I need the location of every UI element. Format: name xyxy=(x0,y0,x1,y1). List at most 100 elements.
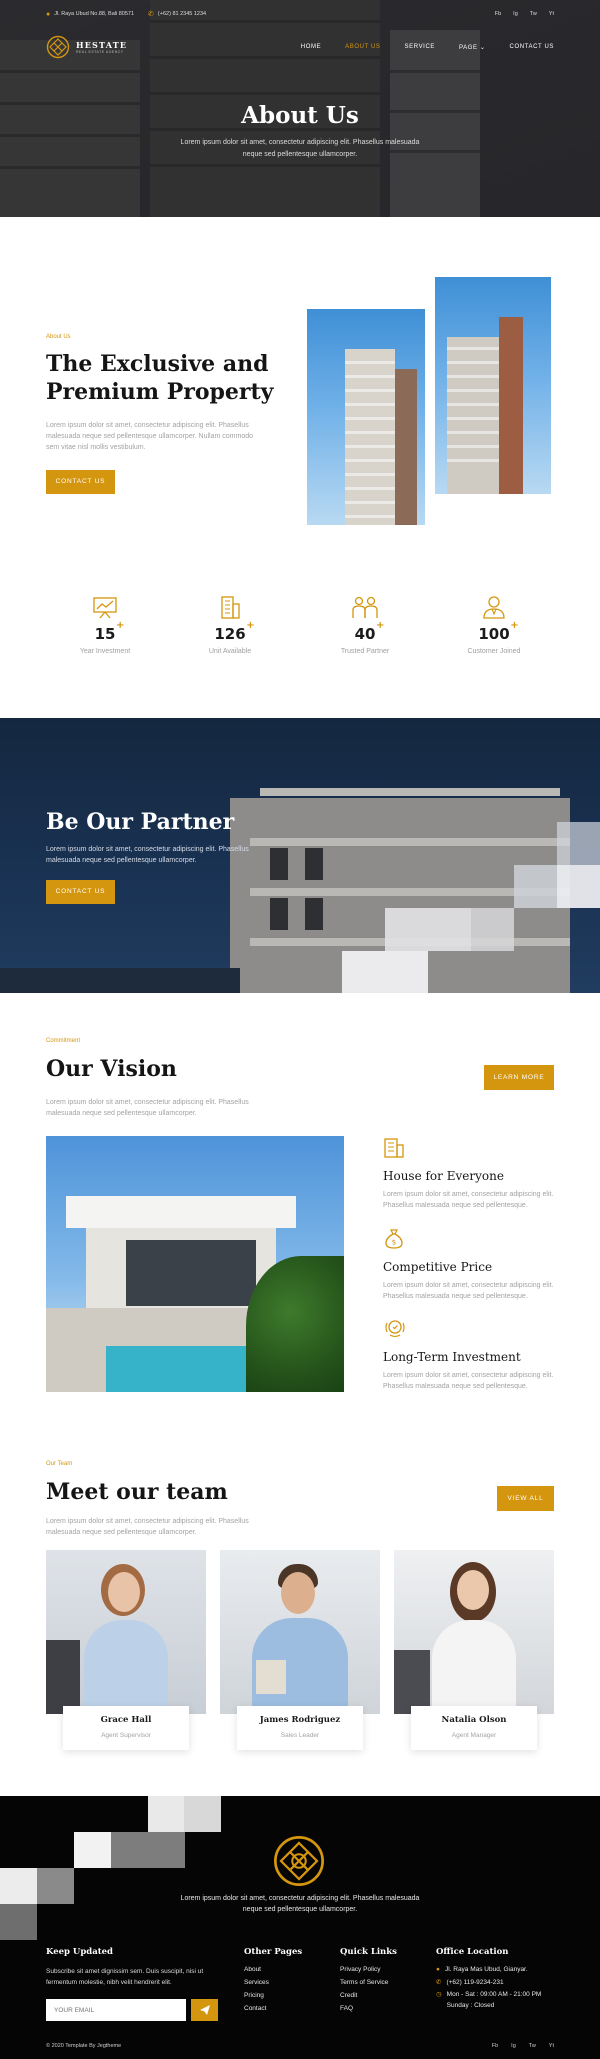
topbar-phone: (+62) 81 2345 1234 xyxy=(157,11,207,17)
phone-icon: ✆ xyxy=(436,1979,442,1986)
nav-links: HOME ABOUT US SERVICE PAGE ⌄ CONTACT US xyxy=(301,44,554,51)
decor-square xyxy=(557,822,600,865)
brand-tagline: REAL ESTATE AGENCY xyxy=(76,50,124,54)
member-face xyxy=(281,1572,315,1614)
team-member-card[interactable]: James Rodriguez Sales Leader xyxy=(220,1550,380,1750)
instagram-link[interactable]: Ig xyxy=(513,11,518,17)
partner-title: Be Our Partner xyxy=(46,809,235,835)
svg-text:$: $ xyxy=(392,1239,396,1247)
feature-title: House for Everyone xyxy=(383,1169,504,1183)
footer-link-faq[interactable]: FAQ xyxy=(340,2002,397,2015)
stat-trusted-partner: 40 + Trusted Partner xyxy=(310,595,420,655)
feature-competitive-price: $ Competitive Price Lorem ipsum dolor si… xyxy=(383,1227,555,1302)
nav-home[interactable]: HOME xyxy=(301,44,321,51)
member-photo xyxy=(220,1550,380,1714)
footer-keep-updated: Keep Updated xyxy=(46,1947,113,1957)
twitter-link[interactable]: Tw xyxy=(529,2043,536,2049)
page-title: About Us xyxy=(241,102,359,129)
feature-title: Competitive Price xyxy=(383,1260,493,1274)
main-navbar: HESTATE REAL ESTATE AGENCY HOME ABOUT US… xyxy=(46,32,554,62)
about-image-left xyxy=(307,309,425,525)
team-title: Meet our team xyxy=(46,1479,228,1505)
about-contact-button[interactable]: CONTACT US xyxy=(46,470,115,494)
instagram-link[interactable]: Ig xyxy=(511,2043,516,2049)
vision-title: Our Vision xyxy=(46,1056,177,1082)
chevron-down-icon: ⌄ xyxy=(479,44,486,51)
stat-label: Unit Available xyxy=(208,648,252,655)
newsletter-submit-button[interactable] xyxy=(191,1999,218,2021)
footer-logo-icon xyxy=(274,1836,324,1886)
topbar-socials: Fb Ig Tw Yt xyxy=(495,11,554,17)
stat-number: 40 xyxy=(354,625,376,643)
footer-link-about[interactable]: About xyxy=(244,1963,302,1976)
decor-square xyxy=(342,951,428,993)
office-phone: (+62) 119-9234-231 xyxy=(446,1979,504,1986)
phone-icon: ✆ xyxy=(148,11,154,18)
twitter-link[interactable]: Tw xyxy=(530,11,537,17)
member-name: Natalia Olson xyxy=(441,1715,507,1725)
footer-link-contact[interactable]: Contact xyxy=(244,2002,302,2015)
view-all-button[interactable]: VIEW ALL xyxy=(497,1486,554,1511)
location-pin-icon: ● xyxy=(46,10,51,18)
customer-icon xyxy=(483,596,505,619)
topbar-address: Jl. Raya Ubud No.88, Bali 80571 xyxy=(54,11,135,17)
nav-page[interactable]: PAGE ⌄ xyxy=(459,44,486,51)
stat-label: Year Investment xyxy=(79,648,131,655)
footer-link-terms[interactable]: Terms of Service xyxy=(340,1976,397,1989)
member-role: Agent Supervisor xyxy=(101,1732,151,1739)
award-icon xyxy=(385,1320,405,1338)
feature-text: Lorem ipsum dolor sit amet, consectetur … xyxy=(383,1191,554,1209)
member-info: Natalia Olson Agent Manager xyxy=(411,1706,537,1750)
team-member-card[interactable]: Natalia Olson Agent Manager xyxy=(394,1550,554,1750)
stat-unit-available: 126 + Unit Available xyxy=(175,595,285,655)
decor-square xyxy=(514,865,557,908)
nav-service[interactable]: SERVICE xyxy=(405,44,435,51)
footer-column-title: Quick Links xyxy=(340,1947,397,1957)
team-eyebrow: Our Team xyxy=(46,1461,73,1467)
background-office xyxy=(46,1640,80,1714)
stat-number: 126 xyxy=(214,625,246,643)
footer-link-privacy[interactable]: Privacy Policy xyxy=(340,1963,397,1976)
youtube-link[interactable]: Yt xyxy=(549,2043,554,2049)
footer-tagline: Lorem ipsum dolor sit amet, consectetur … xyxy=(180,1895,420,1913)
building-balcony xyxy=(250,838,570,846)
building-balcony xyxy=(260,788,560,796)
member-shirt xyxy=(432,1620,516,1714)
learn-more-button[interactable]: LEARN MORE xyxy=(484,1065,554,1090)
stat-label: Trusted Partner xyxy=(340,648,390,655)
footer-link-pricing[interactable]: Pricing xyxy=(244,1989,302,2002)
about-image-right xyxy=(435,277,551,494)
ground-trees xyxy=(0,968,240,993)
footer-other-pages: Other Pages About Services Pricing Conta… xyxy=(244,1947,302,2015)
plus-icon: + xyxy=(116,620,125,631)
decor-square xyxy=(74,1832,111,1868)
top-bar: ● Jl. Raya Ubud No.88, Bali 80571 ✆ (+62… xyxy=(46,8,554,20)
brand-logo-icon[interactable] xyxy=(46,35,70,59)
member-folder xyxy=(256,1660,286,1694)
plus-icon: + xyxy=(246,620,255,631)
member-name: Grace Hall xyxy=(100,1715,152,1725)
member-info: Grace Hall Agent Supervisor xyxy=(63,1706,189,1750)
partner-contact-button[interactable]: CONTACT US xyxy=(46,880,115,904)
send-icon xyxy=(200,2005,210,2015)
team-member-card[interactable]: Grace Hall Agent Supervisor xyxy=(46,1550,206,1750)
decor-square xyxy=(0,1904,37,1940)
youtube-link[interactable]: Yt xyxy=(549,11,554,17)
team-text: Lorem ipsum dolor sit amet, consectetur … xyxy=(46,1518,249,1536)
member-name: James Rodriguez xyxy=(259,1715,341,1725)
feature-house-for-everyone: House for Everyone Lorem ipsum dolor sit… xyxy=(383,1136,555,1211)
hero-subtitle: Lorem ipsum dolor sit amet, consectetur … xyxy=(180,139,420,158)
footer-link-credit[interactable]: Credit xyxy=(340,1989,397,2002)
footer-link-services[interactable]: Services xyxy=(244,1976,302,1989)
partners-icon xyxy=(352,596,378,618)
footer-column-title: Other Pages xyxy=(244,1947,303,1957)
facebook-link[interactable]: Fb xyxy=(495,11,501,17)
newsletter-email-input[interactable] xyxy=(46,1999,186,2021)
vision-house-image xyxy=(46,1136,344,1392)
nav-contact-us[interactable]: CONTACT US xyxy=(510,44,554,51)
nav-about-us[interactable]: ABOUT US xyxy=(345,44,380,51)
footer-column-title: Office Location xyxy=(436,1947,509,1957)
presentation-chart-icon xyxy=(93,597,117,619)
decor-square xyxy=(557,865,600,908)
facebook-link[interactable]: Fb xyxy=(492,2043,498,2049)
